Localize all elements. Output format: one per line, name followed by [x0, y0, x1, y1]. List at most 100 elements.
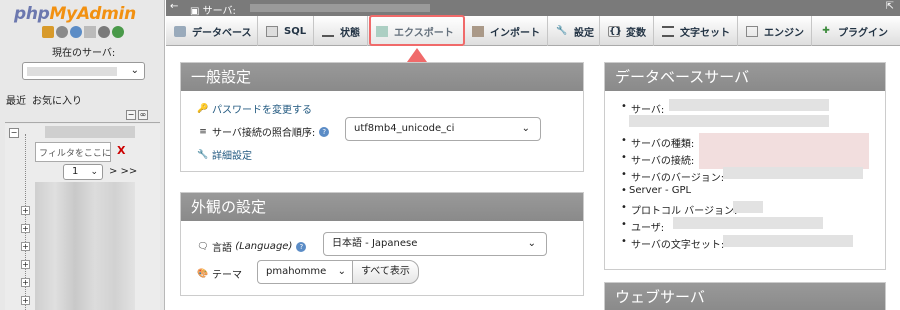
chevron-down-icon: ⌄: [130, 65, 139, 76]
wrench-icon: 🔧: [197, 149, 209, 160]
expand-icon[interactable]: +: [21, 206, 30, 215]
tab-variables[interactable]: {} 変数: [600, 16, 654, 46]
page-select[interactable]: 1 ⌄: [63, 164, 103, 180]
database-icon: [174, 25, 186, 37]
show-all-themes-button[interactable]: すべて表示: [352, 260, 419, 284]
theme-select[interactable]: pmahomme ⌄: [257, 260, 353, 284]
language-select[interactable]: 日本語 - Japanese ⌄: [323, 232, 547, 256]
tab-favorites[interactable]: お気に入り: [32, 92, 82, 107]
reload-icon[interactable]: [112, 26, 124, 38]
server-type-value: [699, 133, 869, 169]
tab-settings[interactable]: 🔧 設定: [548, 16, 600, 46]
expand-icon[interactable]: +: [21, 260, 30, 269]
collapse-arrows-icon[interactable]: ⇱: [886, 1, 894, 12]
tab-import-label: インポート: [490, 27, 540, 39]
help-icon[interactable]: [70, 26, 82, 38]
change-password-label: パスワードを変更する: [212, 105, 312, 116]
charset-icon: [662, 25, 674, 37]
expand-icon[interactable]: +: [21, 224, 30, 233]
collation-label: サーバ接続の照合順序:: [212, 128, 316, 139]
server-info-item: サーバの文字セット:: [621, 236, 724, 251]
server-value: [669, 99, 829, 111]
server-info-item: サーバのバージョン:: [621, 169, 724, 184]
tab-settings-label: 設定: [574, 27, 594, 39]
server-value-cont: [629, 115, 829, 127]
web-server-title: ウェブサーバ: [605, 283, 885, 310]
help-icon[interactable]: ?: [296, 241, 307, 252]
filter-input[interactable]: フィルタをここに,: [35, 142, 111, 162]
breadcrumb-server-name: [250, 4, 430, 12]
exit-icon[interactable]: [56, 26, 68, 38]
database-list[interactable]: [35, 182, 135, 310]
server-version-suffix: Server - GPL: [629, 185, 692, 196]
tab-databases[interactable]: データベース: [166, 16, 258, 46]
tab-plugins[interactable]: ✚ プラグイン: [812, 16, 900, 46]
change-password-link[interactable]: 🔑 パスワードを変更する: [197, 101, 312, 117]
appearance-panel: 外観の設定 🗨 言語 (Language) ? 日本語 - Japanese ⌄…: [180, 192, 584, 296]
tree-controls: − ∞: [126, 110, 148, 120]
breadcrumb-server[interactable]: ▣ サーバ:: [190, 2, 236, 17]
page-next-links[interactable]: > >>: [109, 166, 137, 177]
current-server-label: 現在のサーバ:: [52, 48, 116, 59]
general-settings-title: 一般設定: [181, 63, 583, 91]
theme-value: pmahomme: [266, 266, 327, 277]
export-tab-highlight: [369, 15, 465, 46]
home-icon[interactable]: [42, 26, 54, 38]
expand-icon[interactable]: +: [21, 278, 30, 287]
status-icon: [322, 26, 334, 37]
advanced-settings-label: 詳細設定: [212, 151, 252, 162]
tab-import[interactable]: インポート: [464, 16, 548, 46]
language-icon: 🗨: [197, 241, 209, 252]
language-label: 言語: [212, 243, 232, 254]
tab-sql-label: SQL: [284, 25, 307, 37]
general-settings-panel: 一般設定 🔑 パスワードを変更する ≡ サーバ接続の照合順序: ? utf8mb…: [180, 62, 584, 172]
filter-clear-button[interactable]: X: [117, 144, 125, 157]
help-icon[interactable]: ?: [319, 126, 330, 137]
tab-databases-label: データベース: [192, 27, 252, 39]
import-icon: [472, 25, 484, 37]
tab-recent[interactable]: 最近: [6, 92, 26, 107]
collation-select[interactable]: utf8mb4_unicode_ci ⌄: [345, 117, 541, 141]
collation-value: utf8mb4_unicode_ci: [354, 123, 455, 134]
sql-icon: [266, 25, 278, 37]
nav-tabs: 最近 お気に入り: [6, 92, 82, 107]
chevron-down-icon: ⌄: [527, 238, 536, 249]
tab-engines[interactable]: エンジン: [738, 16, 812, 46]
tab-variables-label: 変数: [626, 27, 646, 39]
advanced-settings-link[interactable]: 🔧 詳細設定: [197, 147, 252, 163]
tab-sql[interactable]: SQL: [258, 16, 314, 46]
language-value: 日本語 - Japanese: [332, 238, 418, 249]
tree-root-label[interactable]: [45, 126, 135, 138]
tab-engines-label: エンジン: [764, 27, 804, 39]
server-select[interactable]: ⌄: [22, 62, 145, 80]
top-menu: データベース SQL 状態 エクスポート インポート 🔧 設定 {} 変数 文字…: [166, 16, 900, 46]
variables-icon: {}: [608, 25, 622, 37]
gear-icon[interactable]: [98, 26, 110, 38]
server-info-item: プロトコル バージョン:: [621, 202, 737, 217]
logo-myadmin-text: MyAdmin: [49, 4, 137, 24]
collapse-all-icon[interactable]: −: [126, 110, 136, 120]
tab-status[interactable]: 状態: [314, 16, 368, 46]
phpmyadmin-logo[interactable]: phpMyAdmin: [14, 4, 136, 24]
database-tree: − フィルタをここに, X 1 ⌄ > >> + + + + + +: [5, 124, 160, 310]
database-server-title: データベースサーバ: [605, 63, 885, 91]
expand-icon[interactable]: +: [21, 296, 30, 305]
tab-charsets[interactable]: 文字セット: [654, 16, 738, 46]
nav-divider: [5, 122, 160, 123]
web-server-panel: ウェブサーバ: [604, 282, 886, 310]
palette-icon: 🎨: [197, 268, 209, 279]
expand-icon[interactable]: +: [21, 242, 30, 251]
docs-icon[interactable]: [84, 26, 96, 38]
theme-label: テーマ: [212, 270, 242, 281]
back-arrow-icon[interactable]: ←: [170, 1, 178, 12]
server-info-item: サーバ:: [621, 101, 664, 116]
tree-collapse-icon[interactable]: −: [9, 128, 19, 138]
language-label-en: (Language): [235, 241, 293, 252]
database-server-panel: データベースサーバ サーバ: サーバの種類: サーバの接続: サーバのバージョン…: [604, 62, 886, 270]
language-row: 🗨 言語 (Language) ?: [197, 239, 307, 254]
link-icon[interactable]: ∞: [138, 110, 148, 120]
theme-row: 🎨 テーマ: [197, 266, 242, 282]
nav-icon-row: [42, 26, 124, 38]
server-info-item: サーバの接続:: [621, 152, 694, 167]
server-info-item: サーバの種類:: [621, 135, 694, 150]
